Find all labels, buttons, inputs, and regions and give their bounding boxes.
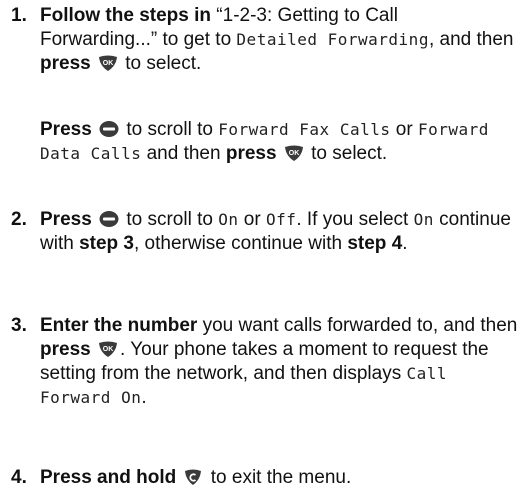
step-number: 3.	[11, 315, 27, 336]
body-text: and then	[141, 143, 226, 164]
step-substep-text: Press to scroll to Forward Fax Calls or …	[40, 118, 518, 166]
body-text	[91, 339, 96, 360]
step-text: Enter the number you want calls forwarde…	[40, 314, 518, 410]
clear-key-icon	[182, 468, 204, 486]
menu-key-icon	[98, 120, 120, 138]
instruction-page: 1. Follow the steps in “1-2-3: Getting t…	[0, 0, 525, 497]
step-number: 4.	[11, 467, 27, 488]
body-text: to select.	[305, 143, 388, 164]
menu-key-icon	[98, 210, 120, 228]
bold-instruction: Enter the number	[40, 315, 198, 336]
step-text: Follow the steps in “1-2-3: Getting to C…	[40, 4, 518, 76]
ok-key-icon: OK	[283, 144, 305, 162]
bold-instruction: press	[225, 143, 277, 164]
screen-text: Off	[265, 210, 297, 229]
body-text	[277, 143, 282, 164]
step-number: 2.	[11, 209, 27, 230]
body-text	[91, 53, 96, 74]
body-text: .	[141, 387, 147, 408]
bold-instruction: step 3	[79, 233, 134, 254]
body-text	[92, 119, 97, 140]
step-number: 1.	[11, 5, 27, 26]
svg-text:OK: OK	[103, 346, 114, 353]
body-text: . If you select	[296, 209, 414, 230]
step-text: Press to scroll to On or Off. If you sel…	[40, 208, 518, 256]
svg-text:OK: OK	[289, 150, 300, 157]
bold-instruction: Press	[40, 209, 92, 230]
svg-text:OK: OK	[103, 60, 114, 67]
bold-instruction: Press	[40, 119, 92, 140]
body-text: to select.	[119, 53, 202, 74]
body-text: .	[402, 233, 408, 254]
body-text: or	[238, 209, 266, 230]
bold-instruction: step 4	[347, 233, 403, 254]
bold-instruction: Press and hold	[40, 467, 177, 488]
body-text: or	[390, 119, 418, 140]
body-text: to scroll to	[121, 119, 219, 140]
body-text: to scroll to	[121, 209, 219, 230]
bold-instruction: Follow the steps in	[40, 5, 212, 26]
body-text	[176, 467, 181, 488]
ok-key-icon: OK	[97, 54, 119, 72]
bold-instruction: press	[40, 53, 91, 74]
screen-text: On	[413, 210, 434, 229]
ok-key-icon: OK	[97, 340, 119, 358]
body-text: to exit the menu.	[205, 467, 352, 488]
screen-text: Forward Fax Calls	[218, 120, 391, 139]
body-text	[92, 209, 97, 230]
screen-text: On	[218, 210, 239, 229]
step-text: Press and hold to exit the menu.	[40, 466, 518, 490]
body-text: you want calls forwarded to, and then	[197, 315, 518, 336]
bold-instruction: press	[40, 339, 91, 360]
body-text: , and then	[428, 29, 514, 50]
body-text: , otherwise continue with	[134, 233, 348, 254]
screen-text: Detailed Forwarding	[236, 30, 429, 49]
